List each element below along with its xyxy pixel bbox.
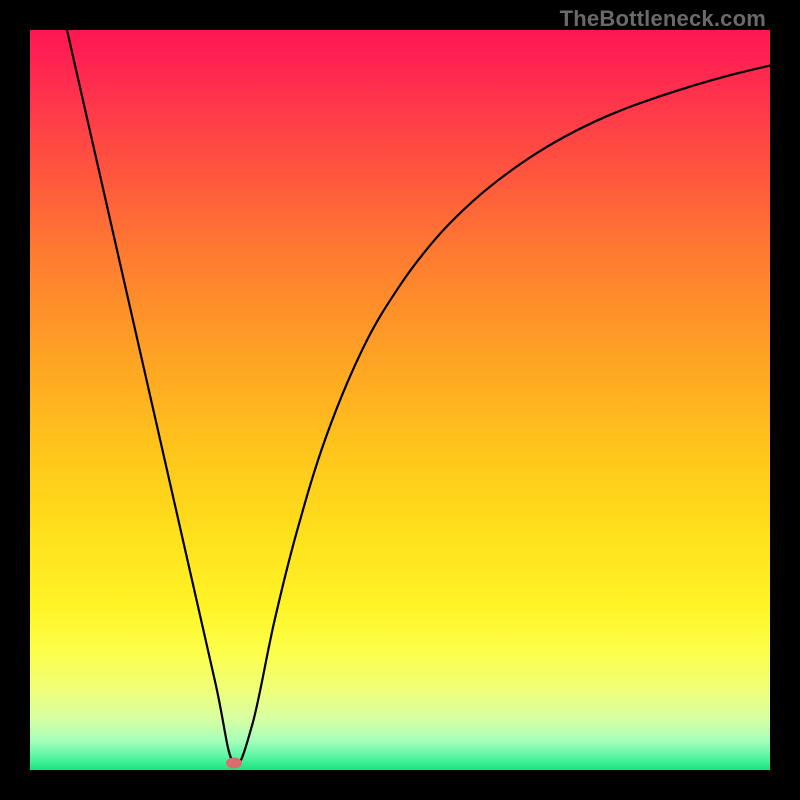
bottleneck-curve bbox=[67, 30, 770, 764]
chart-frame: TheBottleneck.com bbox=[0, 0, 800, 800]
watermark-text: TheBottleneck.com bbox=[560, 6, 766, 32]
plot-area bbox=[30, 30, 770, 770]
curve-svg bbox=[30, 30, 770, 770]
minimum-marker bbox=[226, 757, 242, 768]
